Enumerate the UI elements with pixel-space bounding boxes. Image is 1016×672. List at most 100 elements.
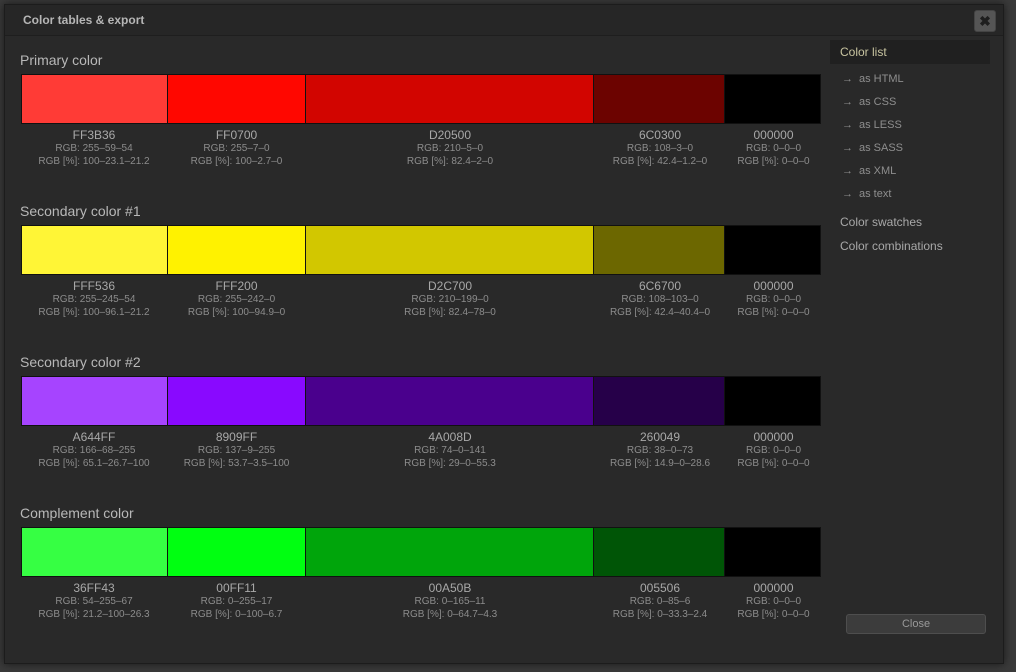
swatch-info: A644FF RGB: 166–68–255 RGB [%]: 65.1–26.… xyxy=(21,430,167,470)
rgb-value: RGB: 255–242–0 xyxy=(197,294,276,305)
color-swatch[interactable] xyxy=(593,377,726,425)
arrow-right-icon: → xyxy=(842,119,853,131)
color-swatch[interactable] xyxy=(306,226,594,274)
rgb-percent-value: RGB [%]: 100–96.1–21.2 xyxy=(38,307,150,318)
hex-value: 00FF11 xyxy=(216,581,257,595)
swatch-info-row: A644FF RGB: 166–68–255 RGB [%]: 65.1–26.… xyxy=(21,430,821,470)
export-as-less-link[interactable]: → as LESS xyxy=(842,119,902,131)
rgb-percent-value: RGB [%]: 21.2–100–26.3 xyxy=(38,609,150,620)
section-title: Secondary color #1 xyxy=(20,203,141,219)
export-as-html-link[interactable]: → as HTML xyxy=(842,73,904,85)
hex-value: 260049 xyxy=(639,430,681,444)
rgb-value: RGB: 166–68–255 xyxy=(52,445,136,456)
color-swatch[interactable] xyxy=(167,75,307,123)
color-swatch[interactable] xyxy=(22,377,168,425)
arrow-right-icon: → xyxy=(842,73,853,85)
rgb-percent-value: RGB [%]: 0–0–0 xyxy=(737,458,810,469)
swatch-info: 6C6700 RGB: 108–103–0 RGB [%]: 42.4–40.4… xyxy=(594,279,726,319)
color-swatch[interactable] xyxy=(725,377,821,425)
rgb-value: RGB: 0–0–0 xyxy=(745,596,802,607)
color-swatch[interactable] xyxy=(22,75,168,123)
swatch-info: 000000 RGB: 0–0–0 RGB [%]: 0–0–0 xyxy=(726,430,821,470)
rgb-value: RGB: 108–103–0 xyxy=(621,294,699,305)
swatch-info: FFF536 RGB: 255–245–54 RGB [%]: 100–96.1… xyxy=(21,279,167,319)
rgb-percent-value: RGB [%]: 0–100–6.7 xyxy=(190,609,283,620)
rgb-value: RGB: 0–255–17 xyxy=(200,596,273,607)
hex-value: 000000 xyxy=(753,128,794,142)
hex-value: D20500 xyxy=(428,128,472,142)
rgb-percent-value: RGB [%]: 0–33.3–2.4 xyxy=(612,609,708,620)
rgb-value: RGB: 0–0–0 xyxy=(745,294,802,305)
rgb-percent-value: RGB [%]: 100–94.9–0 xyxy=(187,307,286,318)
swatch-info: 000000 RGB: 0–0–0 RGB [%]: 0–0–0 xyxy=(726,128,821,168)
rgb-percent-value: RGB [%]: 42.4–1.2–0 xyxy=(612,156,708,167)
color-swatch[interactable] xyxy=(22,528,168,576)
color-swatch[interactable] xyxy=(725,226,821,274)
swatch-info: 000000 RGB: 0–0–0 RGB [%]: 0–0–0 xyxy=(726,581,821,621)
color-swatch[interactable] xyxy=(306,75,594,123)
swatch-info-row: 36FF43 RGB: 54–255–67 RGB [%]: 21.2–100–… xyxy=(21,581,821,621)
rgb-value: RGB: 210–199–0 xyxy=(411,294,489,305)
arrow-right-icon: → xyxy=(842,165,853,177)
dialog-titlebar: Color tables & export ✖ xyxy=(5,5,1003,36)
color-swatch[interactable] xyxy=(306,528,594,576)
swatch-info: FF3B36 RGB: 255–59–54 RGB [%]: 100–23.1–… xyxy=(21,128,167,168)
color-swatch[interactable] xyxy=(167,226,307,274)
swatch-info: 8909FF RGB: 137–9–255 RGB [%]: 53.7–3.5–… xyxy=(167,430,306,470)
rgb-value: RGB: 255–7–0 xyxy=(203,143,270,154)
close-icon[interactable]: ✖ xyxy=(974,10,996,32)
rgb-percent-value: RGB [%]: 0–0–0 xyxy=(737,156,810,167)
hex-value: 6C6700 xyxy=(638,279,682,293)
close-button[interactable]: Close xyxy=(846,614,986,634)
rgb-value: RGB: 0–85–6 xyxy=(629,596,691,607)
sidebar-item-color-combinations[interactable]: Color combinations xyxy=(840,239,943,253)
hex-value: 000000 xyxy=(753,581,794,595)
color-swatch[interactable] xyxy=(306,377,594,425)
export-as-text-link[interactable]: → as text xyxy=(842,188,891,200)
swatch-info: FF0700 RGB: 255–7–0 RGB [%]: 100–2.7–0 xyxy=(167,128,306,168)
rgb-percent-value: RGB [%]: 65.1–26.7–100 xyxy=(38,458,150,469)
sidebar-item-color-list[interactable]: Color list xyxy=(830,40,990,64)
sidebar-item-color-swatches[interactable]: Color swatches xyxy=(840,215,922,229)
rgb-value: RGB: 54–255–67 xyxy=(55,596,133,607)
hex-value: 00A50B xyxy=(428,581,472,595)
swatch-info: 000000 RGB: 0–0–0 RGB [%]: 0–0–0 xyxy=(726,279,821,319)
swatch-info: 005506 RGB: 0–85–6 RGB [%]: 0–33.3–2.4 xyxy=(594,581,726,621)
export-as-xml-link[interactable]: → as XML xyxy=(842,165,896,177)
swatch-row xyxy=(21,225,821,275)
color-swatch[interactable] xyxy=(22,226,168,274)
swatch-info: 36FF43 RGB: 54–255–67 RGB [%]: 21.2–100–… xyxy=(21,581,167,621)
hex-value: 6C0300 xyxy=(638,128,682,142)
swatch-row xyxy=(21,74,821,124)
color-swatch[interactable] xyxy=(167,528,307,576)
swatch-info: FFF200 RGB: 255–242–0 RGB [%]: 100–94.9–… xyxy=(167,279,306,319)
submenu-label: as LESS xyxy=(859,119,902,131)
arrow-right-icon: → xyxy=(842,96,853,108)
hex-value: FF0700 xyxy=(215,128,258,142)
hex-value: 8909FF xyxy=(215,430,258,444)
export-as-sass-link[interactable]: → as SASS xyxy=(842,142,903,154)
rgb-value: RGB: 210–5–0 xyxy=(416,143,484,154)
color-swatch[interactable] xyxy=(593,226,726,274)
color-swatch[interactable] xyxy=(593,528,726,576)
swatch-row xyxy=(21,527,821,577)
rgb-percent-value: RGB [%]: 82.4–2–0 xyxy=(406,156,494,167)
hex-value: 000000 xyxy=(753,430,794,444)
rgb-percent-value: RGB [%]: 0–0–0 xyxy=(737,307,810,318)
color-swatch[interactable] xyxy=(725,75,821,123)
export-as-css-link[interactable]: → as CSS xyxy=(842,96,896,108)
color-swatch[interactable] xyxy=(593,75,726,123)
hex-value: A644FF xyxy=(72,430,116,444)
submenu-label: as XML xyxy=(859,165,897,177)
swatch-info: D20500 RGB: 210–5–0 RGB [%]: 82.4–2–0 xyxy=(306,128,594,168)
swatch-info: 260049 RGB: 38–0–73 RGB [%]: 14.9–0–28.6 xyxy=(594,430,726,470)
swatch-info-row: FFF536 RGB: 255–245–54 RGB [%]: 100–96.1… xyxy=(21,279,821,319)
swatch-info: 00A50B RGB: 0–165–11 RGB [%]: 0–64.7–4.3 xyxy=(306,581,594,621)
hex-value: 005506 xyxy=(639,581,681,595)
rgb-percent-value: RGB [%]: 14.9–0–28.6 xyxy=(609,458,711,469)
hex-value: FF3B36 xyxy=(72,128,116,142)
section-title: Primary color xyxy=(20,52,103,68)
submenu-label: as HTML xyxy=(859,73,904,85)
color-swatch[interactable] xyxy=(167,377,307,425)
color-swatch[interactable] xyxy=(725,528,821,576)
